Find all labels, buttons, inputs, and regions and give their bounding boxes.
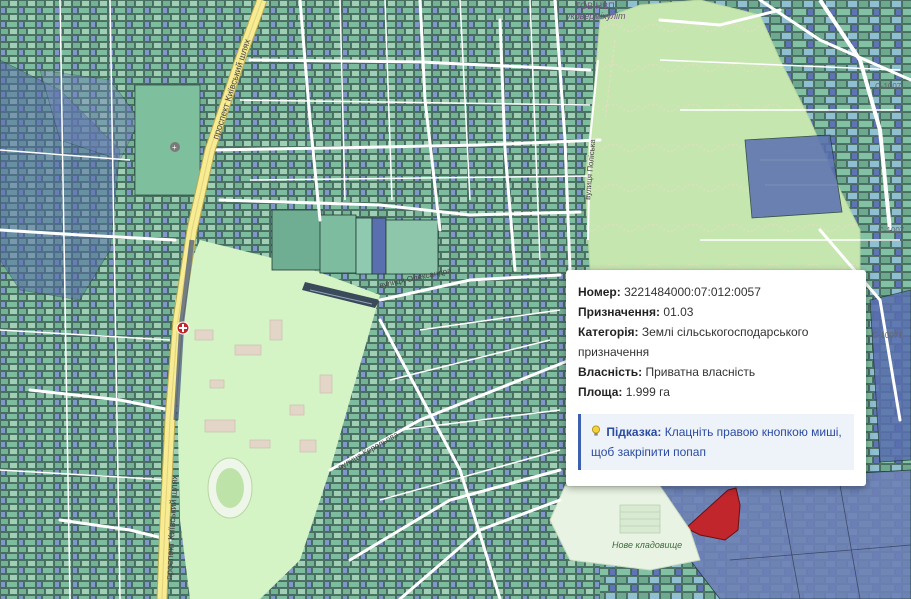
sports-fields <box>271 209 439 275</box>
lightbulb-icon <box>592 425 600 436</box>
popup-category-row: Категорія: Землі сільськогосподарського … <box>578 322 854 362</box>
label-road-code-3: С-10071 <box>872 331 903 340</box>
popup-ownership-value: Приватна власність <box>645 365 756 379</box>
popup-hint-label: Підказка: <box>606 425 662 439</box>
label-road-code-2: С-1007 <box>878 226 905 235</box>
monastery-block <box>134 84 201 196</box>
popup-area-value: 1.999 га <box>625 385 670 399</box>
popup-area-label: Площа: <box>578 385 623 399</box>
popup-ownership-label: Власність: <box>578 365 643 379</box>
popup-number-label: Номер: <box>578 285 621 299</box>
popup-number-row: Номер: 3221484000:07:012:0057 <box>578 282 854 302</box>
popup-purpose-row: Призначення: 01.03 <box>578 302 854 322</box>
label-company: ТОВ НВП <box>575 1 615 11</box>
label-company-sub: укрвермікуліт <box>565 11 626 21</box>
popup-ownership-row: Власність: Приватна власність <box>578 362 854 382</box>
label-cemetery: Нове кладовище <box>612 540 682 550</box>
popup-purpose-value: 01.03 <box>663 305 694 319</box>
popup-area-row: Площа: 1.999 га <box>578 382 854 402</box>
popup-number-value: 3221484000:07:012:0057 <box>624 285 761 299</box>
parcel-info-popup[interactable]: Номер: 3221484000:07:012:0057 Призначенн… <box>566 270 866 486</box>
svg-text:+: + <box>172 143 177 152</box>
label-road-code-1: С-1007 <box>875 82 902 91</box>
popup-hint: Підказка: Клацніть правою кнопкою миші, … <box>578 414 854 470</box>
popup-category-label: Категорія: <box>578 325 639 339</box>
popup-purpose-label: Призначення: <box>578 305 661 319</box>
